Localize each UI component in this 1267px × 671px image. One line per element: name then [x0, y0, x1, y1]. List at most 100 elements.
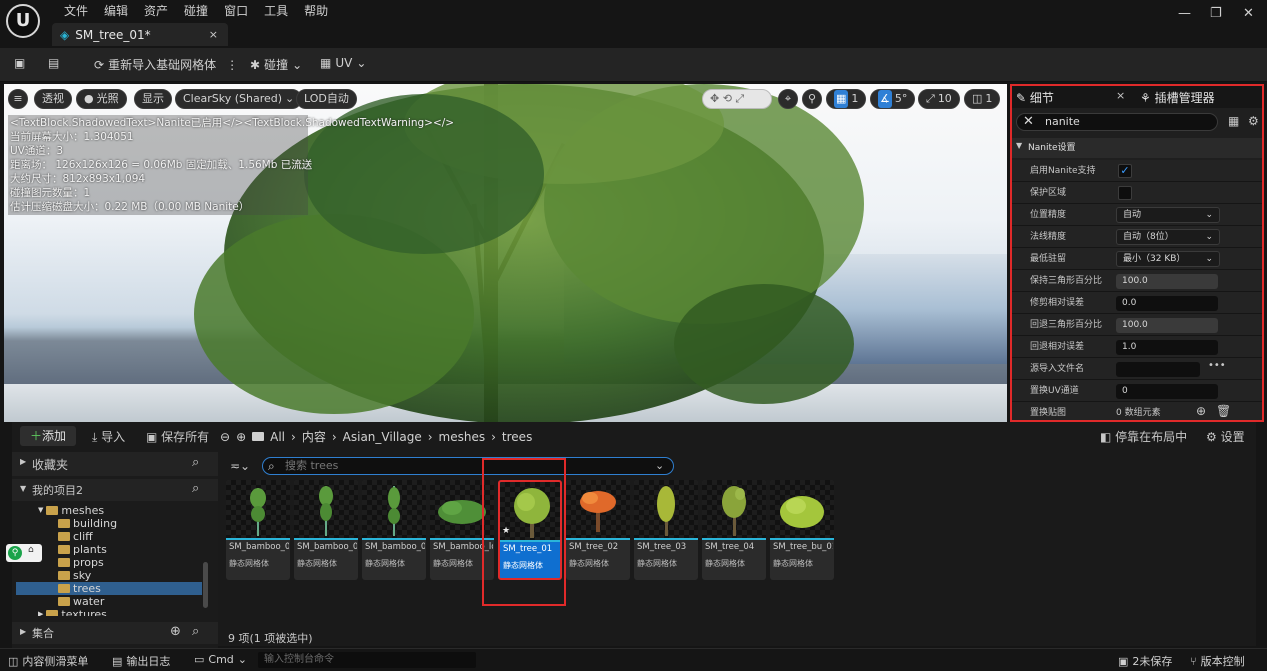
dock-in-layout-button[interactable]: ◧ 停靠在布局中 — [1100, 428, 1187, 445]
minimize-icon[interactable]: — — [1178, 6, 1191, 21]
add-collection-icon[interactable]: ⊕ — [170, 624, 181, 639]
breadcrumb-all[interactable]: All — [270, 430, 285, 444]
viewport-menu-button[interactable]: ≡ — [8, 89, 28, 109]
nanite-section-header[interactable]: ▼ Nanite设置 — [1012, 138, 1262, 158]
grid-snap-button[interactable]: ▦ 1 — [826, 89, 867, 109]
surface-snap-icon[interactable]: ⚲ — [802, 89, 822, 109]
tree-item-trees[interactable]: trees — [16, 582, 202, 595]
close-window-icon[interactable]: ✕ — [1243, 6, 1254, 21]
details-search[interactable]: ✕ nanite — [1016, 113, 1218, 131]
fallback-percent-slider[interactable]: 100.0 — [1116, 318, 1218, 333]
min-residency-select[interactable]: 最小（32 KB） ⌄ — [1116, 251, 1220, 267]
transform-tools[interactable]: ✥ ⟲ ⤢ — [702, 89, 772, 109]
tree-item-cliff[interactable]: cliff — [16, 530, 202, 543]
menu-edit[interactable]: 编辑 — [96, 2, 136, 20]
tree-item-water[interactable]: water — [16, 595, 202, 608]
collision-button[interactable]: ✱ 碰撞 ⌄ — [250, 56, 302, 73]
chevron-down-icon[interactable]: ⌄ — [655, 458, 664, 474]
breadcrumb-asian-village[interactable]: Asian_Village — [343, 430, 422, 444]
add-element-icon[interactable]: ⊕ — [1196, 404, 1206, 418]
asset-tile[interactable]: SM_bamboo_02 静态网格体 — [294, 480, 358, 580]
menu-collision[interactable]: 碰撞 — [176, 2, 216, 20]
asset-tab[interactable]: ◈ SM_tree_01* × — [52, 23, 228, 46]
tab-close-icon[interactable]: × — [209, 28, 218, 41]
keep-percent-slider[interactable]: 100.0 — [1116, 274, 1218, 289]
add-button[interactable]: ＋添加 — [20, 426, 76, 446]
angle-snap-button[interactable]: ∡ 5° — [870, 89, 916, 109]
search-icon[interactable]: ⌕ — [192, 455, 199, 470]
asset-tile[interactable]: SM_tree_02 静态网格体 — [566, 480, 630, 580]
settings-button[interactable]: ⚙ 设置 — [1206, 428, 1245, 445]
asset-tile[interactable]: SM_tree_bu_01 静态网格体 — [770, 480, 834, 580]
tree-item-props[interactable]: props — [16, 556, 202, 569]
tree-item-building[interactable]: building — [16, 517, 202, 530]
tree-item-meshes[interactable]: ▼ meshes — [16, 504, 202, 517]
lod-button[interactable]: LOD自动 — [296, 89, 357, 109]
socket-manager-tab[interactable]: ⚘ 插槽管理器 — [1140, 89, 1215, 106]
position-precision-select[interactable]: 自动 ⌄ — [1116, 207, 1220, 223]
menu-asset[interactable]: 资产 — [136, 2, 176, 20]
enable-nanite-checkbox[interactable]: ✓ — [1118, 164, 1132, 178]
tree-scrollbar[interactable] — [203, 562, 208, 608]
table-view-icon[interactable]: ▦ — [1228, 114, 1239, 128]
asset-tile[interactable]: SM_bamboo_01 静态网格体 — [226, 480, 290, 580]
output-log-button[interactable]: ▤ 输出日志 — [112, 653, 170, 669]
viewport[interactable]: ≡ 透视 ● 光照 显示 ClearSky (Shared) ⌄ LOD自动 ✥ ⟲… — [4, 84, 1007, 422]
floating-tool-badge[interactable]: ⚲ ⌂ — [6, 544, 42, 562]
trash-icon[interactable]: 🗑 — [1216, 404, 1231, 418]
details-tab[interactable]: ✎ 细节 — [1016, 89, 1054, 106]
clear-search-icon[interactable]: ✕ — [1023, 114, 1034, 130]
perspective-button[interactable]: 透视 — [34, 89, 72, 109]
settings-gear-icon[interactable]: ⚙ — [1248, 114, 1259, 128]
source-file-input[interactable] — [1116, 362, 1200, 377]
console-input[interactable]: 输入控制台命令 — [258, 652, 476, 668]
cmd-select[interactable]: ▭ Cmd ⌄ — [194, 653, 247, 666]
save-icon[interactable]: ▣ — [14, 56, 25, 70]
trim-error-input[interactable]: 0.0 — [1116, 296, 1218, 311]
search-icon[interactable]: ⌕ — [192, 624, 199, 639]
fallback-error-input[interactable]: 1.0 — [1116, 340, 1218, 355]
save-all-button[interactable]: ▣ 保存所有 — [146, 428, 209, 445]
menu-file[interactable]: 文件 — [56, 2, 96, 20]
browse-ellipsis-icon[interactable]: ••• — [1208, 360, 1226, 371]
snap-icon[interactable]: ⌖ — [778, 89, 798, 109]
back-icon[interactable]: ⊖ — [220, 430, 230, 444]
menu-tools[interactable]: 工具 — [256, 2, 296, 20]
sky-select[interactable]: ClearSky (Shared) ⌄ — [175, 89, 303, 109]
scale-snap-button[interactable]: ⤢ 10 — [918, 89, 960, 109]
breadcrumb-content[interactable]: 内容 — [302, 428, 326, 445]
filter-icon[interactable]: ≂⌄ — [230, 459, 250, 473]
import-button[interactable]: ⤓ 导入 — [92, 428, 125, 445]
breadcrumb-trees[interactable]: trees — [502, 430, 532, 444]
browse-icon[interactable]: ▤ — [48, 56, 59, 70]
asset-tile[interactable]: SM_tree_03 静态网格体 — [634, 480, 698, 580]
more-options-icon[interactable]: ⋮ — [226, 58, 238, 72]
displacement-uv-input[interactable]: 0 — [1116, 384, 1218, 399]
maximize-icon[interactable]: ❐ — [1210, 6, 1222, 21]
content-drawer-button[interactable]: ◫ 内容侧滑菜单 — [8, 653, 88, 669]
details-search-input[interactable]: nanite — [1045, 114, 1080, 130]
asset-tile[interactable]: SM_tree_04 静态网格体 — [702, 480, 766, 580]
uv-button[interactable]: ▦ UV ⌄ — [320, 56, 366, 70]
asset-search[interactable]: ⌕ 搜索 trees ⌄ — [262, 457, 674, 475]
favorites-header[interactable]: ▶ 收藏夹 ⌕ — [12, 452, 218, 476]
collections-header[interactable]: ▶ 集合 ⊕ ⌕ — [12, 622, 218, 644]
details-tab-close-icon[interactable]: × — [1116, 89, 1125, 102]
asset-search-input[interactable]: 搜索 trees — [285, 458, 338, 474]
show-button[interactable]: 显示 — [134, 89, 172, 109]
unsaved-button[interactable]: ▣ 2未保存 — [1118, 653, 1172, 669]
preserve-area-checkbox[interactable] — [1118, 186, 1132, 200]
search-icon[interactable]: ⌕ — [192, 481, 199, 496]
source-control-button[interactable]: ⑂ 版本控制 — [1190, 653, 1245, 669]
lighting-button[interactable]: ● 光照 — [76, 89, 127, 109]
menu-window[interactable]: 窗口 — [216, 2, 256, 20]
menu-help[interactable]: 帮助 — [296, 2, 336, 20]
camera-speed-button[interactable]: ◫ 1 — [964, 89, 1001, 109]
tree-item-textures[interactable]: ▶ textures — [16, 608, 202, 616]
breadcrumb-meshes[interactable]: meshes — [439, 430, 486, 444]
tree-item-sky[interactable]: sky — [16, 569, 202, 582]
unreal-logo-icon[interactable]: U — [6, 4, 40, 38]
normal-precision-select[interactable]: 自动（8位） ⌄ — [1116, 229, 1220, 245]
forward-icon[interactable]: ⊕ — [236, 430, 246, 444]
asset-tile[interactable]: SM_bamboo_03 静态网格体 — [362, 480, 426, 580]
